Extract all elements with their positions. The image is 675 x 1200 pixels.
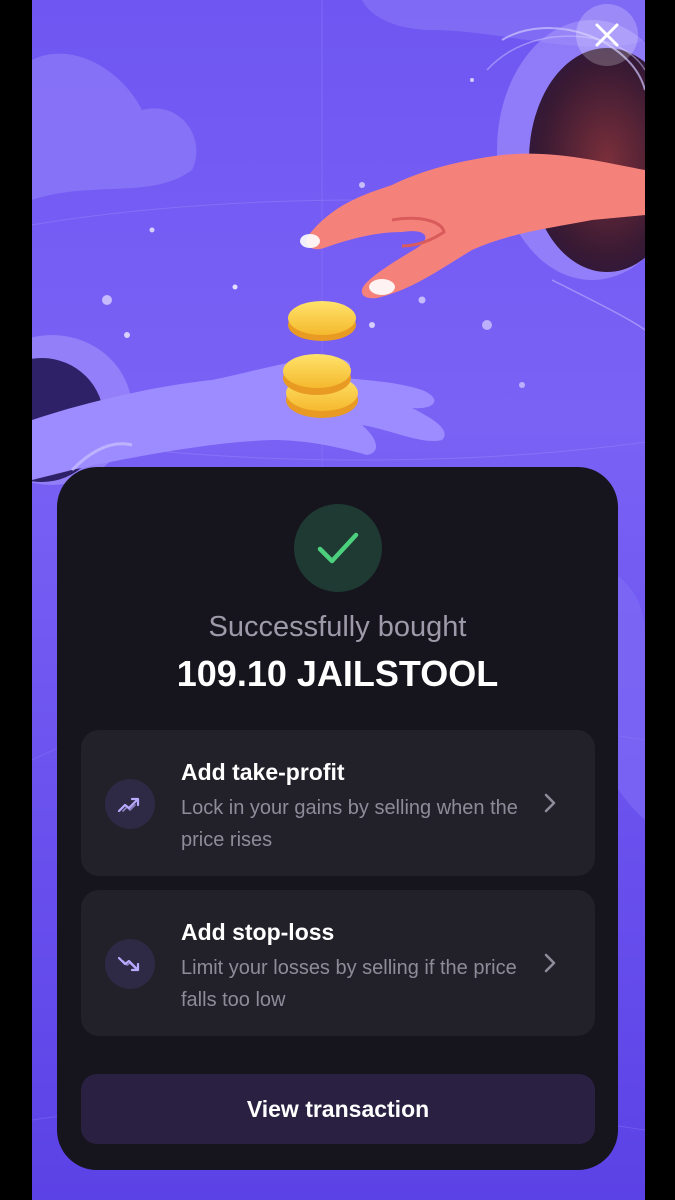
- success-sheet: Successfully bought 109.10 JAILSTOOL Add…: [57, 467, 618, 1170]
- close-icon: [595, 23, 619, 47]
- view-transaction-button[interactable]: View transaction: [81, 1074, 595, 1144]
- take-profit-description: Lock in your gains by selling when the p…: [181, 797, 518, 851]
- success-badge: [294, 504, 382, 592]
- chevron-right-icon: [544, 953, 556, 973]
- take-profit-title: Add take-profit: [181, 759, 345, 785]
- checkmark-icon: [317, 532, 359, 564]
- purchased-amount: 109.10 JAILSTOOL: [176, 653, 499, 694]
- success-subtitle: Successfully bought: [208, 611, 467, 643]
- chevron-right-icon: [544, 793, 556, 813]
- stop-loss-title: Add stop-loss: [181, 919, 335, 945]
- take-profit-option[interactable]: Add take-profit Lock in your gains by se…: [81, 730, 595, 876]
- close-button[interactable]: [576, 4, 638, 66]
- stop-loss-option[interactable]: Add stop-loss Limit your losses by selli…: [81, 890, 595, 1036]
- stop-loss-description: Limit your losses by selling if the pric…: [181, 957, 517, 1011]
- trend-down-icon: [105, 939, 155, 989]
- trend-up-icon: [105, 779, 155, 829]
